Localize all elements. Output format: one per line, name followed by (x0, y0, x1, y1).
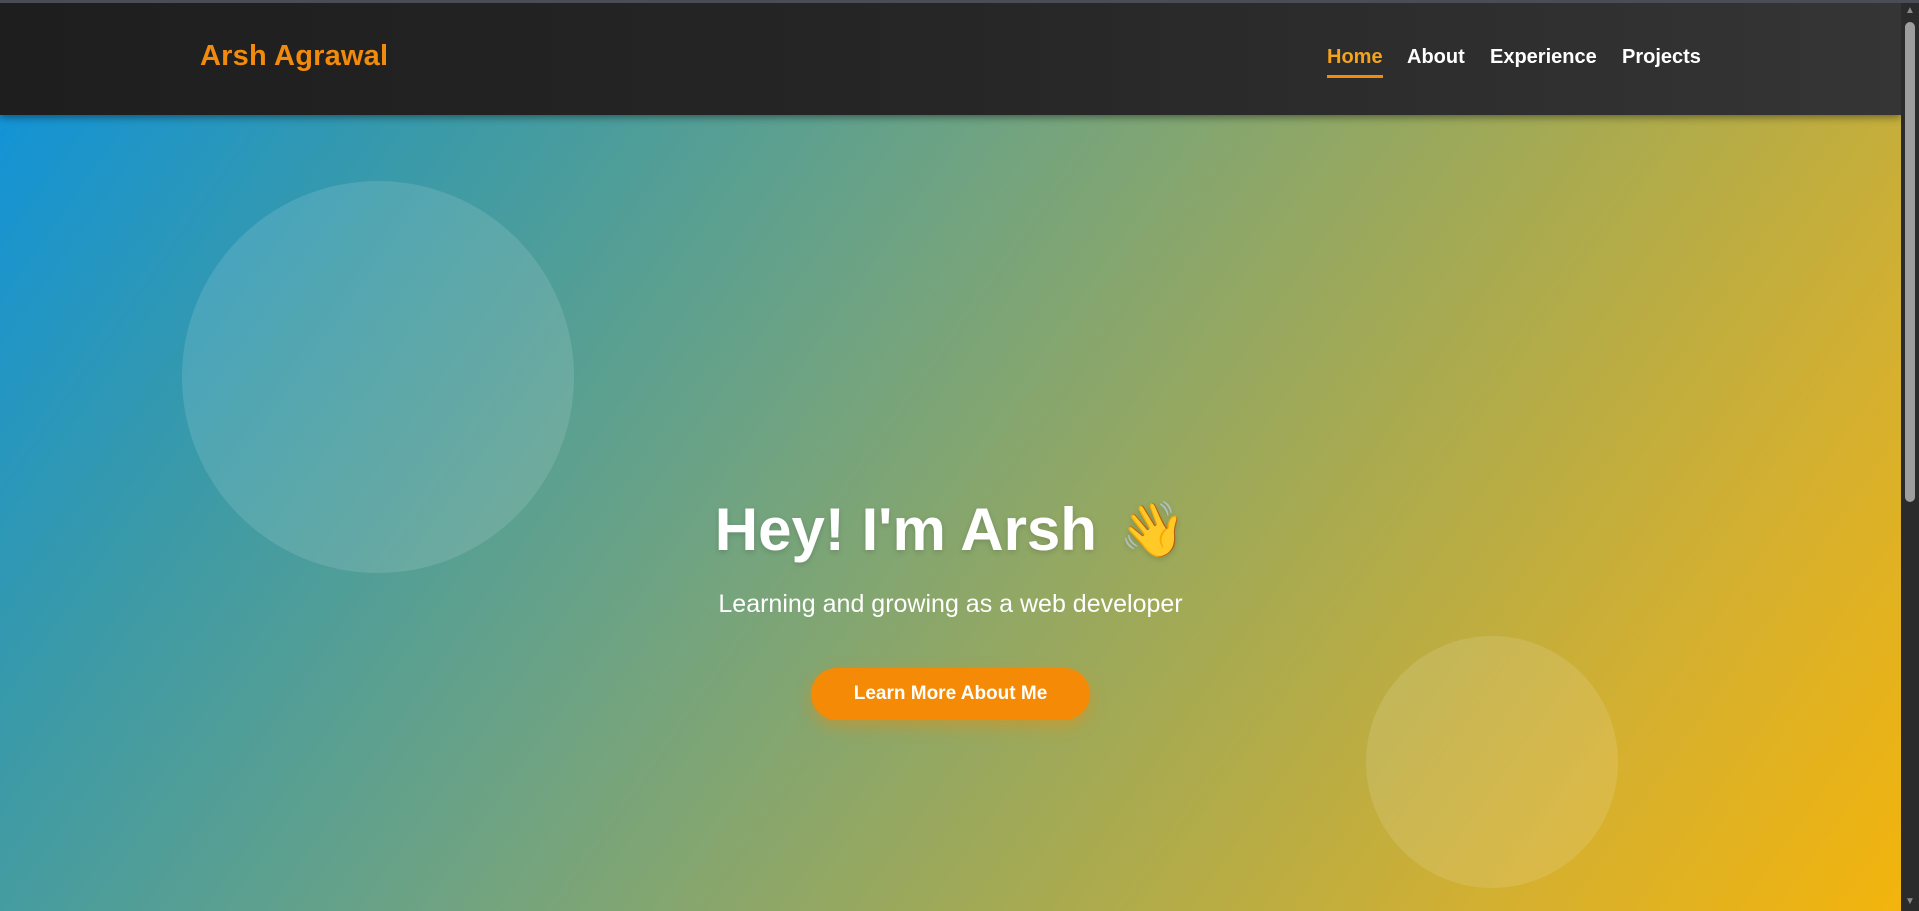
scroll-up-arrow-icon[interactable]: ▲ (1901, 4, 1919, 18)
nav-link-experience[interactable]: Experience (1490, 46, 1597, 75)
learn-more-button[interactable]: Learn More About Me (811, 668, 1090, 720)
nav-link-home[interactable]: Home (1327, 46, 1383, 78)
decorative-circle (1366, 636, 1618, 888)
nav-link-projects[interactable]: Projects (1622, 46, 1701, 75)
main-nav: Home About Experience Projects (0, 46, 1901, 86)
hero-title: Hey! I'm Arsh 👋 (0, 495, 1901, 564)
hero-subtitle: Learning and growing as a web developer (718, 590, 1183, 618)
site-header: Arsh Agrawal Home About Experience Proje… (0, 0, 1901, 115)
hero-section: Hey! I'm Arsh 👋 Learning and growing as a… (0, 115, 1901, 911)
page: Arsh Agrawal Home About Experience Proje… (0, 0, 1901, 911)
window-top-border (0, 0, 1919, 3)
vertical-scrollbar[interactable]: ▲ ▼ (1901, 0, 1919, 911)
scroll-down-arrow-icon[interactable]: ▼ (1901, 895, 1919, 909)
hero-title-text: Hey! I'm Arsh (714, 496, 1097, 563)
waving-hand-icon: 👋 (1118, 500, 1187, 560)
nav-link-about[interactable]: About (1407, 46, 1465, 75)
scrollbar-thumb[interactable] (1905, 22, 1915, 502)
